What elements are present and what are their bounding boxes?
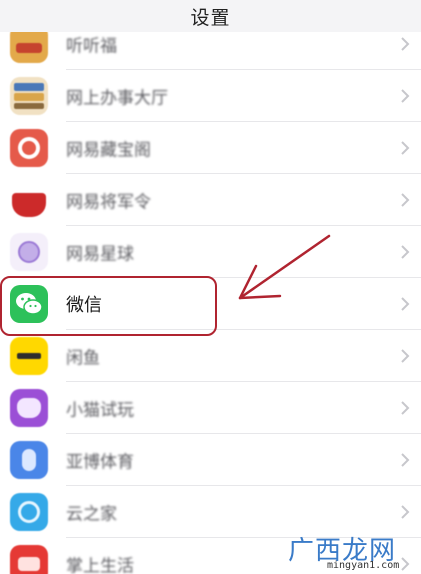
row-label: 听听福 bbox=[66, 36, 117, 57]
nav-bar: 设置 bbox=[0, 0, 421, 32]
row-label: 掌上生活 bbox=[66, 556, 134, 574]
page-title: 设置 bbox=[190, 6, 231, 29]
chevron-right-icon bbox=[401, 89, 410, 103]
settings-row-gov-hall[interactable]: 网上办事大厅 bbox=[0, 70, 421, 122]
app-icon-planet bbox=[10, 233, 48, 271]
app-icon-xianyu bbox=[10, 337, 48, 375]
watermark-url: mingyan1.com bbox=[327, 560, 400, 571]
row-label: 网上办事大厅 bbox=[66, 88, 168, 109]
chevron-right-icon bbox=[401, 453, 410, 467]
settings-row-xingqiu[interactable]: 网易星球 bbox=[0, 226, 421, 278]
row-label: 小猫试玩 bbox=[66, 400, 134, 421]
settings-row-sports[interactable]: 亚博体育 bbox=[0, 434, 421, 486]
settings-row-cangbaoge[interactable]: 网易藏宝阁 bbox=[0, 122, 421, 174]
row-label: 闲鱼 bbox=[66, 348, 100, 369]
settings-row-cat-trial[interactable]: 小猫试玩 bbox=[0, 382, 421, 434]
chevron-right-icon bbox=[401, 37, 410, 51]
chevron-right-icon bbox=[401, 349, 410, 363]
chevron-right-icon bbox=[401, 297, 410, 311]
settings-row-jiangjunling[interactable]: 网易将军令 bbox=[0, 174, 421, 226]
app-icon-gov bbox=[10, 77, 48, 115]
app-icon-life bbox=[10, 545, 48, 574]
app-icon-treasure bbox=[10, 129, 48, 167]
chevron-right-icon bbox=[401, 141, 410, 155]
app-icon-cloud bbox=[10, 493, 48, 531]
row-label: 亚博体育 bbox=[66, 452, 134, 473]
row-label: 网易将军令 bbox=[66, 192, 151, 213]
app-icon-cat bbox=[10, 389, 48, 427]
settings-row-xianyu[interactable]: 闲鱼 bbox=[0, 330, 421, 382]
chevron-right-icon bbox=[401, 505, 410, 519]
app-icon-sports bbox=[10, 441, 48, 479]
watermark: 广西龙网 mingyan1.com bbox=[272, 526, 421, 574]
chevron-right-icon bbox=[401, 193, 410, 207]
row-label: 云之家 bbox=[66, 504, 117, 525]
row-label: 网易星球 bbox=[66, 244, 134, 265]
chevron-right-icon bbox=[401, 245, 410, 259]
row-label: 网易藏宝阁 bbox=[66, 140, 151, 161]
chevron-right-icon bbox=[401, 401, 410, 415]
app-icon-token bbox=[10, 181, 48, 219]
highlight-box bbox=[0, 276, 217, 336]
